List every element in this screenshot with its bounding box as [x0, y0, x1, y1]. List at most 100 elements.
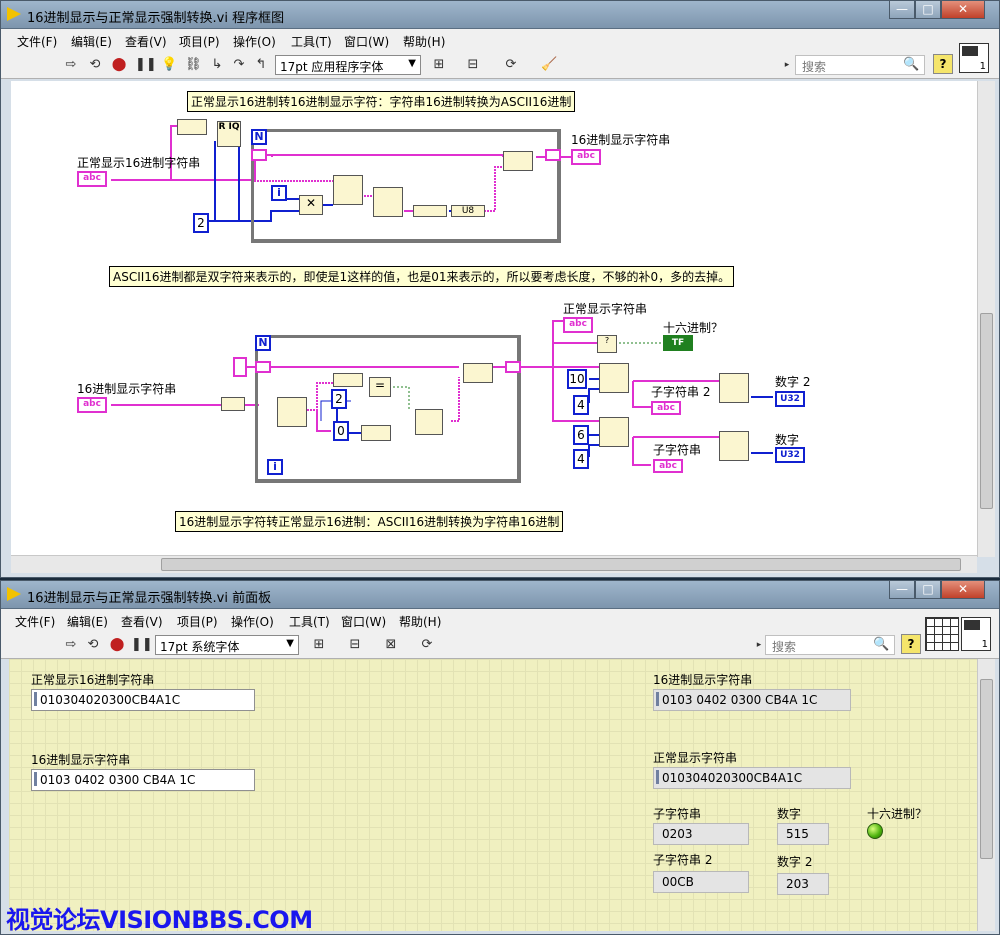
menu-edit[interactable]: 编辑(E) — [71, 33, 112, 50]
u8-convert-node[interactable]: U8 — [451, 205, 485, 217]
menu-view[interactable]: 查看(V) — [121, 613, 163, 630]
menu-operate[interactable]: 操作(O) — [231, 613, 274, 630]
menu-window[interactable]: 窗口(W) — [341, 613, 386, 630]
menu-file[interactable]: 文件(F) — [17, 33, 57, 50]
search-icon[interactable]: 🔍 — [903, 57, 919, 73]
iteration-terminal[interactable]: i — [271, 185, 287, 201]
pause-icon[interactable]: ❚❚ — [135, 57, 157, 73]
menu-tools[interactable]: 工具(T) — [291, 33, 332, 50]
shift-register-right-bottom[interactable] — [505, 361, 521, 373]
pause-icon[interactable]: ❚❚ — [131, 637, 153, 653]
menu-edit[interactable]: 编辑(E) — [67, 613, 108, 630]
connector-pane-icon[interactable] — [925, 617, 959, 651]
hex-to-number-node-b[interactable] — [719, 431, 749, 461]
close-button[interactable]: ✕ — [941, 1, 985, 19]
vertical-scrollbar[interactable] — [977, 81, 995, 557]
reorder-icon[interactable]: ⟳ — [419, 637, 435, 653]
string-subset-node[interactable] — [333, 175, 363, 205]
multiply-node[interactable]: ✕ — [299, 195, 323, 215]
number-to-hex-node[interactable] — [361, 425, 391, 441]
title-bar[interactable]: 16进制显示与正常显示强制转换.vi 前面板 — □ ✕ — [1, 581, 999, 609]
vertical-scrollbar[interactable] — [977, 659, 995, 931]
search-icon[interactable]: 🔍 — [873, 637, 889, 653]
maximize-button[interactable]: □ — [915, 1, 941, 19]
step-out-icon[interactable]: ↰ — [253, 57, 269, 73]
hex-string-to-number-node[interactable] — [373, 187, 403, 217]
string-to-byte-array-node[interactable] — [221, 397, 245, 411]
loop-count-terminal-bottom[interactable]: N — [255, 335, 271, 351]
shift-register-right[interactable] — [545, 149, 561, 161]
string-length-node-bottom[interactable] — [333, 373, 363, 387]
indicator-hex-display-string[interactable]: abc — [571, 149, 601, 165]
scrollbar-thumb[interactable] — [161, 558, 961, 571]
run-arrow-icon[interactable]: ⇨ — [63, 57, 79, 73]
run-arrow-icon[interactable]: ⇨ — [63, 637, 79, 653]
cleanup-icon[interactable]: 🧹 — [541, 57, 557, 73]
control-hex-display-string[interactable]: abc — [77, 397, 107, 413]
align-icon[interactable]: ⊞ — [431, 57, 447, 73]
vi-icon[interactable]: 1 — [961, 617, 991, 651]
menu-operate[interactable]: 操作(O) — [233, 33, 276, 50]
constant-six[interactable]: 6 — [573, 425, 589, 445]
hex-to-number-node-a[interactable] — [719, 373, 749, 403]
run-continuous-icon[interactable]: ⟲ — [87, 57, 103, 73]
front-panel-canvas[interactable]: 正常显示16进制字符串 010304020300CB4A1C 16进制显示字符串… — [9, 659, 977, 931]
retain-wire-icon[interactable]: ⛓ — [185, 57, 202, 73]
menu-project[interactable]: 项目(P) — [179, 33, 220, 50]
scrollbar-thumb[interactable] — [980, 313, 993, 509]
loop-count-terminal[interactable]: N — [251, 129, 267, 145]
hex-display-string-control[interactable]: 0103 0402 0300 CB4A 1C — [31, 769, 255, 791]
abort-icon[interactable]: ⬤ — [109, 637, 125, 653]
indicator-normal-display-string[interactable]: abc — [563, 317, 593, 333]
abort-icon[interactable]: ⬤ — [111, 57, 127, 73]
distribute-icon[interactable]: ⊟ — [465, 57, 481, 73]
constant-four-a[interactable]: 4 — [573, 395, 589, 415]
menu-project[interactable]: 项目(P) — [177, 613, 218, 630]
context-help-button[interactable]: ? — [933, 54, 953, 74]
constant-zero[interactable]: 0 — [333, 421, 349, 441]
scrollbar-thumb[interactable] — [980, 679, 993, 859]
select-node[interactable] — [415, 409, 443, 435]
menu-help[interactable]: 帮助(H) — [403, 33, 445, 50]
comment-middle[interactable]: ASCII16进制都是双字符来表示的，即使是1这样的值，也是01来表示的，所以要… — [109, 266, 735, 287]
context-help-button[interactable]: ? — [901, 634, 921, 654]
string-length-node[interactable] — [177, 119, 207, 135]
normal-hex-string-control[interactable]: 010304020300CB4A1C — [31, 689, 255, 711]
run-continuous-icon[interactable]: ⟲ — [85, 637, 101, 653]
reorder-icon[interactable]: ⟳ — [503, 57, 519, 73]
constant-ten[interactable]: 10 — [567, 369, 587, 389]
menu-tools[interactable]: 工具(T) — [289, 613, 330, 630]
font-select[interactable]: 17pt 应用程序字体 ▼ — [275, 55, 421, 75]
menu-help[interactable]: 帮助(H) — [399, 613, 441, 630]
comment-top[interactable]: 正常显示16进制转16进制显示字符：字符串16进制转换为ASCII16进制 — [187, 91, 576, 112]
iteration-terminal-bottom[interactable]: i — [267, 459, 283, 475]
font-select[interactable]: 17pt 系统字体 ▼ — [155, 635, 299, 655]
menu-window[interactable]: 窗口(W) — [344, 33, 389, 50]
type-cast-node[interactable] — [413, 205, 447, 217]
control-normal-hex-string[interactable]: abc — [77, 171, 107, 187]
indicator-number[interactable]: U32 — [775, 447, 805, 463]
distribute-icon[interactable]: ⊟ — [347, 637, 363, 653]
close-button[interactable]: ✕ — [941, 581, 985, 599]
highlight-bulb-icon[interactable]: 💡 — [161, 57, 177, 73]
align-icon[interactable]: ⊞ — [311, 637, 327, 653]
resize-icon[interactable]: ⊠ — [383, 637, 399, 653]
indicator-is-hex[interactable]: TF — [663, 335, 693, 351]
indicator-number2[interactable]: U32 — [775, 391, 805, 407]
shift-register-left[interactable] — [251, 149, 267, 161]
shift-register-left-bottom[interactable] — [255, 361, 271, 373]
step-over-icon[interactable]: ↷ — [231, 57, 247, 73]
menu-view[interactable]: 查看(V) — [125, 33, 167, 50]
minimize-button[interactable]: — — [889, 581, 915, 599]
comment-bottom[interactable]: 16进制显示字符转正常显示16进制：ASCII16进制转换为字符串16进制 — [175, 511, 564, 532]
step-into-icon[interactable]: ↳ — [209, 57, 225, 73]
indicator-substring[interactable]: abc — [653, 459, 683, 473]
string-subset-node-a[interactable] — [599, 363, 629, 393]
menu-file[interactable]: 文件(F) — [15, 613, 55, 630]
quotient-remainder-node[interactable]: R IQ — [217, 121, 241, 147]
constant-two-bottom[interactable]: 2 — [331, 389, 347, 409]
title-bar[interactable]: 16进制显示与正常显示强制转换.vi 程序框图 — □ ✕ — [1, 1, 999, 29]
for-loop-top[interactable] — [251, 129, 561, 243]
horizontal-scrollbar[interactable] — [11, 555, 977, 573]
string-subset-node-b[interactable] — [599, 417, 629, 447]
